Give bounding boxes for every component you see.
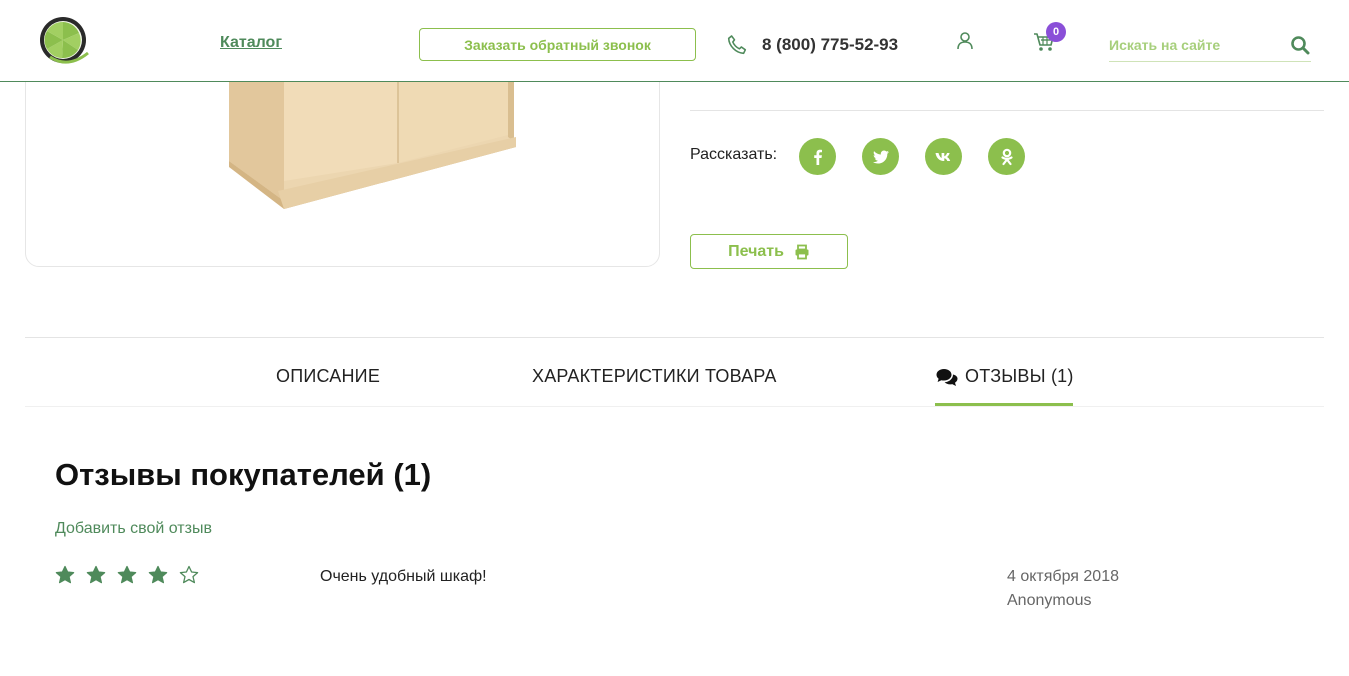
vk-icon bbox=[935, 152, 950, 161]
star-filled-icon bbox=[117, 565, 137, 584]
tab-reviews-label: ОТЗЫВЫ (1) bbox=[965, 366, 1074, 386]
search-icon[interactable] bbox=[1290, 35, 1310, 55]
star-filled-icon bbox=[148, 565, 168, 584]
print-button-label: Печать bbox=[728, 242, 784, 260]
twitter-icon bbox=[872, 150, 889, 163]
share-facebook-button[interactable] bbox=[799, 138, 836, 175]
user-icon[interactable] bbox=[955, 31, 975, 51]
search-box bbox=[1109, 28, 1311, 62]
tab-reviews[interactable]: ОТЗЫВЫ (1) bbox=[935, 366, 1074, 387]
tab-description[interactable]: ОПИСАНИЕ bbox=[276, 366, 380, 387]
site-header: Каталог Заказать обратный звонок 8 (800)… bbox=[0, 0, 1349, 82]
tab-specs[interactable]: ХАРАКТЕРИСТИКИ ТОВАРА bbox=[532, 366, 777, 387]
add-review-link[interactable]: Добавить свой отзыв bbox=[55, 520, 212, 538]
review-date: 4 октября 2018 bbox=[1007, 568, 1119, 585]
divider bbox=[690, 110, 1324, 111]
review-rating bbox=[55, 565, 199, 585]
cart-count-badge: 0 bbox=[1046, 22, 1066, 42]
share-twitter-button[interactable] bbox=[862, 138, 899, 175]
phone-icon bbox=[727, 35, 747, 55]
comments-icon bbox=[936, 368, 958, 386]
review-author: Anonymous bbox=[1007, 592, 1092, 609]
lime-logo[interactable] bbox=[38, 13, 92, 67]
star-filled-icon bbox=[55, 565, 75, 584]
print-button[interactable]: Печать bbox=[690, 234, 848, 269]
facebook-icon bbox=[813, 149, 822, 165]
printer-icon bbox=[795, 244, 809, 259]
callback-button[interactable]: Заказать обратный звонок bbox=[419, 28, 696, 61]
share-label: Рассказать: bbox=[690, 146, 778, 163]
phone-number[interactable]: 8 (800) 775-52-93 bbox=[762, 35, 898, 55]
odnoklassniki-icon bbox=[1000, 148, 1013, 165]
share-odnoklassniki-button[interactable] bbox=[988, 138, 1025, 175]
search-input[interactable] bbox=[1109, 34, 1279, 56]
share-vk-button[interactable] bbox=[925, 138, 962, 175]
star-filled-icon bbox=[86, 565, 106, 584]
tabs-top-divider bbox=[25, 337, 1324, 338]
catalog-link[interactable]: Каталог bbox=[220, 34, 282, 52]
reviews-title: Отзывы покупателей (1) bbox=[55, 457, 432, 492]
tabs-bottom-divider bbox=[25, 406, 1324, 407]
review-text: Очень удобный шкаф! bbox=[320, 568, 487, 585]
star-empty-icon bbox=[179, 565, 199, 584]
